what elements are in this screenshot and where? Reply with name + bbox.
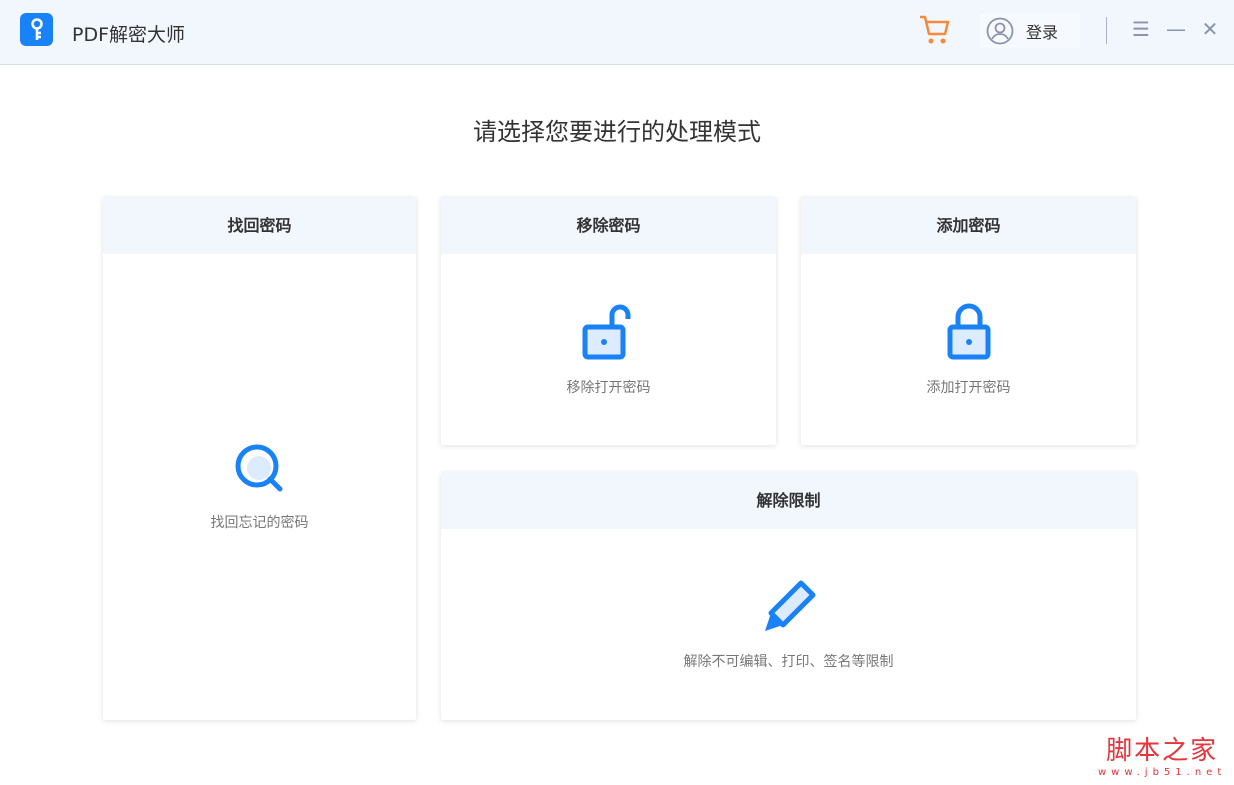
- pencil-icon: [764, 580, 815, 631]
- card-title: 添加密码: [801, 197, 1136, 254]
- search-icon: [235, 444, 282, 492]
- card-desc: 移除打开密码: [566, 379, 651, 396]
- card-add-password[interactable]: 添加密码 添加打开密码: [801, 197, 1136, 445]
- app-logo-key-icon: [20, 13, 53, 46]
- card-title: 找回密码: [103, 197, 416, 254]
- watermark: 脚本之家 www.jb51.net: [1098, 730, 1226, 778]
- menu-icon[interactable]: ☰: [1130, 18, 1152, 40]
- page-title: 请选择您要进行的处理模式: [473, 118, 761, 146]
- lock-icon: [947, 303, 990, 359]
- title-bar: PDF解密大师 登录 ☰ — ✕: [0, 0, 1234, 65]
- watermark-url: www.jb51.net: [1098, 767, 1227, 778]
- unlock-icon: [582, 304, 630, 359]
- card-remove-restrictions[interactable]: 解除限制 解除不可编辑、打印、签名等限制: [441, 472, 1136, 720]
- app-title: PDF解密大师: [72, 24, 186, 46]
- minimize-icon[interactable]: —: [1165, 18, 1187, 40]
- card-desc: 解除不可编辑、打印、签名等限制: [683, 653, 894, 670]
- card-desc: 找回忘记的密码: [210, 515, 309, 531]
- user-avatar-icon: [986, 17, 1014, 45]
- cart-icon[interactable]: [918, 14, 952, 50]
- card-title: 解除限制: [441, 472, 1136, 529]
- watermark-name: 脚本之家: [1106, 736, 1219, 766]
- close-icon[interactable]: ✕: [1199, 18, 1221, 40]
- card-recover-password[interactable]: 找回密码 找回忘记的密码: [103, 197, 416, 720]
- divider: [1106, 17, 1107, 44]
- card-title: 移除密码: [441, 197, 776, 254]
- card-desc: 添加打开密码: [926, 379, 1011, 396]
- login-label: 登录: [1026, 23, 1059, 42]
- login-button[interactable]: 登录: [980, 14, 1080, 48]
- card-remove-password[interactable]: 移除密码 移除打开密码: [441, 197, 776, 445]
